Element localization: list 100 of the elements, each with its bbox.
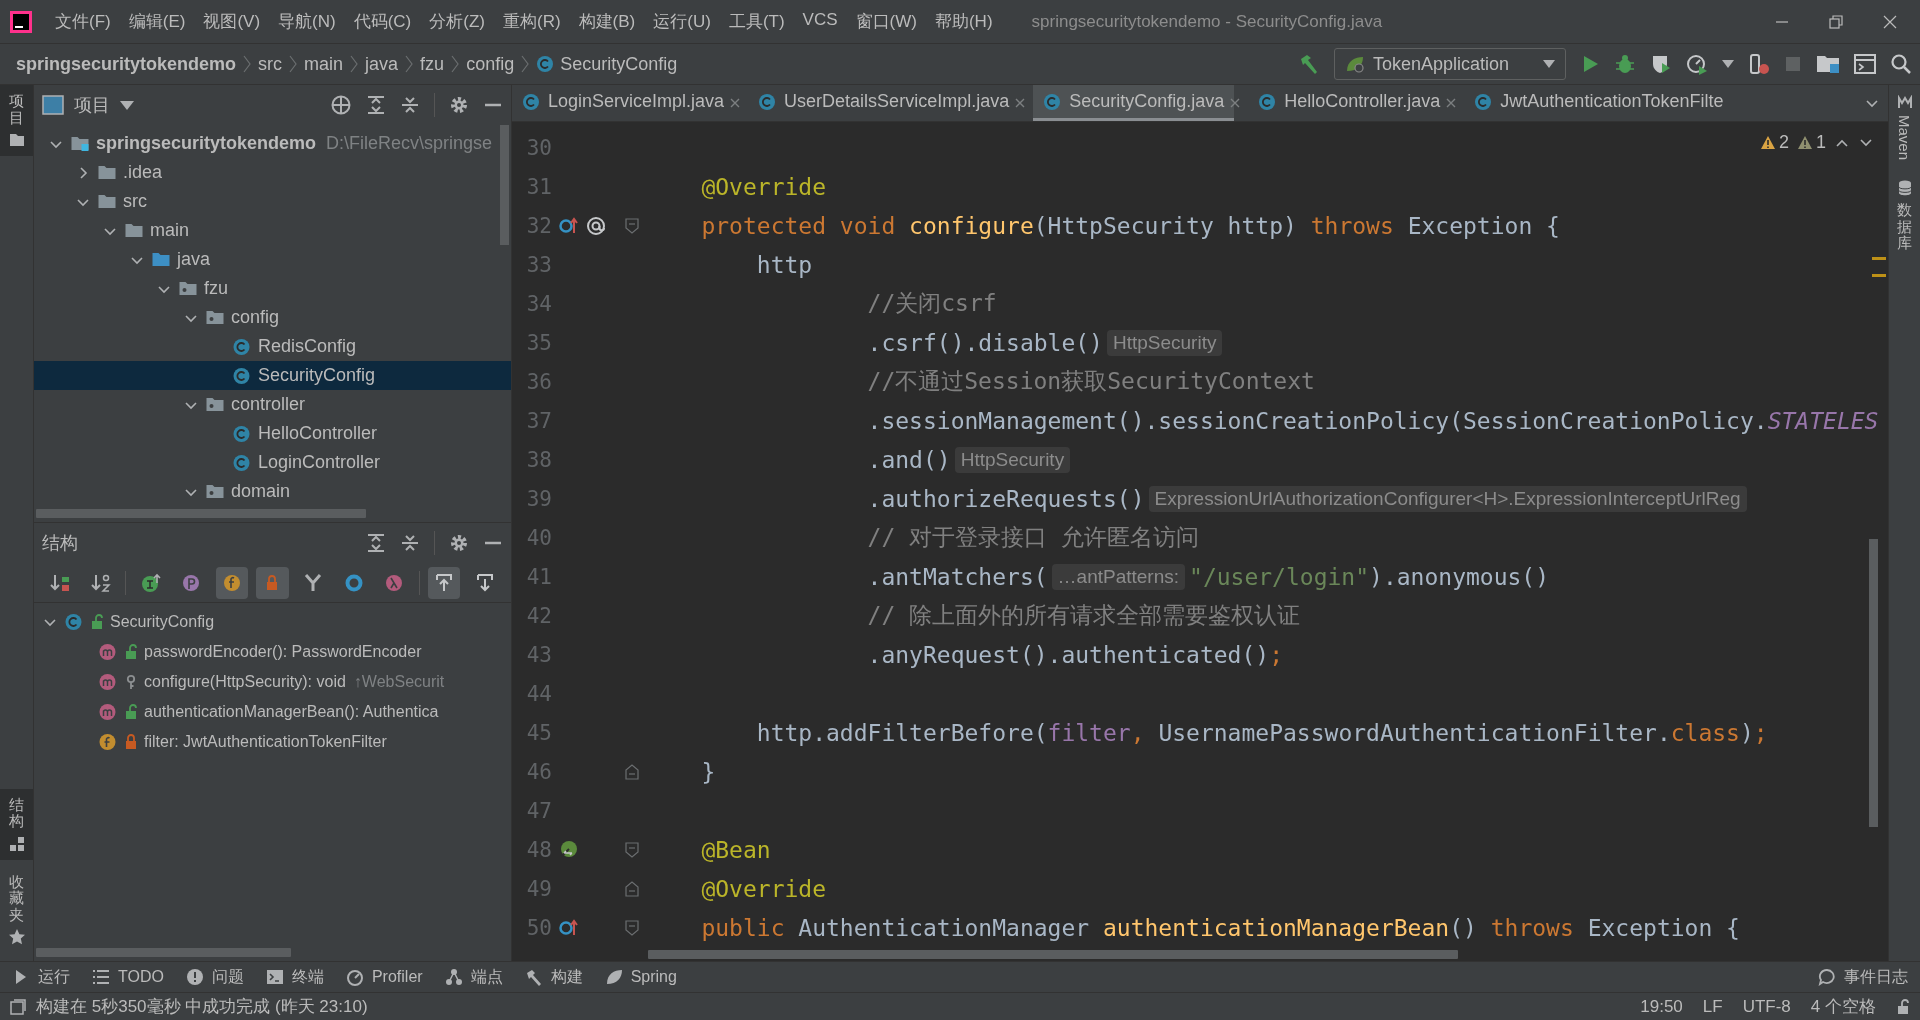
menu-item[interactable]: 构建(B) (569, 10, 645, 33)
menu-item[interactable]: 运行(U) (644, 10, 720, 33)
bug-icon[interactable] (1614, 53, 1636, 75)
tool-window-tab[interactable]: 数据库 (1897, 202, 1912, 252)
tree-item[interactable]: main (34, 216, 511, 245)
restore-icon[interactable] (1828, 13, 1844, 30)
gauge-icon[interactable] (1686, 53, 1708, 75)
search-icon[interactable] (1890, 53, 1912, 75)
caret-icon[interactable] (1722, 60, 1734, 68)
menu-item[interactable]: 分析(Z) (420, 10, 494, 33)
tool-window-button[interactable]: 运行 (12, 966, 70, 988)
breadcrumb[interactable]: springsecuritytokendemo (16, 53, 237, 75)
status-item[interactable]: LF (1702, 996, 1723, 1017)
menu-item[interactable]: 窗口(W) (846, 10, 926, 33)
menu-item[interactable]: 文件(F) (46, 10, 120, 33)
tool-window-tab[interactable]: 收藏夹 (0, 865, 33, 953)
menu-item[interactable]: 代码(C) (344, 10, 421, 33)
tree-item[interactable]: src (34, 187, 511, 216)
status-item[interactable]: UTF-8 (1742, 996, 1791, 1017)
tree-item[interactable]: SecurityConfig (34, 361, 511, 390)
tool-window-tab[interactable]: Maven (1896, 115, 1913, 161)
lock-icon[interactable] (1896, 998, 1910, 1015)
settings-icon[interactable] (449, 95, 469, 115)
menu-item[interactable]: 编辑(E) (119, 10, 195, 33)
run-configuration-dropdown[interactable]: TokenApplication (1334, 48, 1566, 80)
app-logo-icon[interactable] (10, 10, 32, 33)
tree-item[interactable]: HelloController (34, 419, 511, 448)
tool-window-tab[interactable]: 项目 (0, 85, 33, 156)
tree-item[interactable]: java (34, 245, 511, 274)
tree-item[interactable]: SecurityConfig (34, 607, 511, 637)
status-item[interactable]: 19:50 (1640, 996, 1683, 1017)
warning-count[interactable]: 1 (1816, 132, 1826, 153)
caret-icon[interactable] (120, 100, 134, 110)
editor-tab[interactable]: SecurityConfig.java (1033, 85, 1235, 121)
scrollbar[interactable] (36, 948, 291, 957)
editor-tab[interactable]: JwtAuthenticationTokenFilte (1464, 85, 1734, 121)
tree-item[interactable]: filter: JwtAuthenticationTokenFilter (34, 727, 511, 757)
tool-window-button[interactable]: 终端 (265, 966, 324, 988)
tree-item[interactable]: domain (34, 477, 511, 506)
menu-item[interactable]: 导航(N) (269, 10, 345, 33)
tree-item[interactable]: RedisConfig (34, 332, 511, 361)
close-icon[interactable] (1882, 13, 1898, 30)
window-icon[interactable] (1854, 54, 1876, 74)
scrollbar[interactable] (500, 125, 509, 245)
toggle-button[interactable] (215, 566, 249, 599)
at-marker-icon[interactable] (586, 214, 606, 237)
status-item[interactable]: 4 个空格 (1810, 995, 1876, 1018)
tool-window-button[interactable]: Spring (604, 968, 677, 986)
menu-item[interactable]: 帮助(H) (925, 10, 1002, 33)
collapse-all-icon[interactable] (400, 95, 420, 115)
expand-all-icon[interactable] (366, 95, 386, 115)
breadcrumb[interactable]: src (258, 53, 283, 75)
tool-window-button[interactable]: Profiler (345, 968, 423, 986)
tree-item[interactable]: fzu (34, 274, 511, 303)
scrollbar[interactable] (36, 509, 366, 518)
tool-window-button[interactable]: TODO (92, 968, 164, 986)
warning-count[interactable]: 2 (1778, 132, 1789, 153)
fold-marker-icon[interactable] (625, 880, 639, 897)
editor-tab[interactable]: HelloController.java (1248, 85, 1451, 121)
warning-icon[interactable] (1759, 135, 1776, 150)
scrollbar[interactable] (648, 950, 1458, 959)
tool-window-button[interactable]: 事件日志 (1818, 966, 1908, 988)
tree-item[interactable]: springsecuritytokendemo D:\FileRecv\springse (34, 129, 511, 158)
tree-item[interactable]: config (34, 303, 511, 332)
attach-icon[interactable] (1748, 53, 1770, 75)
tree-item[interactable]: .idea (34, 158, 511, 187)
warning-icon[interactable] (1797, 135, 1813, 150)
tree-item[interactable]: LoginController (34, 448, 511, 477)
toggle-button[interactable] (427, 566, 461, 599)
menu-item[interactable]: VCS (793, 10, 847, 33)
toggle-button[interactable] (256, 566, 289, 599)
settings-icon[interactable] (449, 533, 469, 553)
tree-item[interactable]: controller (34, 390, 511, 419)
fold-marker-icon[interactable] (625, 217, 639, 234)
menu-item[interactable]: 工具(T) (719, 10, 794, 33)
breadcrumb[interactable]: main (304, 53, 344, 75)
tool-window-button[interactable]: 端点 (444, 966, 503, 988)
breadcrumb[interactable]: SecurityConfig (560, 53, 678, 75)
shield-icon[interactable] (1650, 53, 1672, 75)
tree-item[interactable]: authenticationManagerBean(): Authentica (34, 697, 511, 727)
tool-window-button[interactable]: 问题 (185, 966, 244, 988)
menu-item[interactable]: 重构(R) (494, 10, 570, 33)
breadcrumb[interactable]: java (365, 53, 399, 75)
menu-item[interactable]: 视图(V) (194, 10, 270, 33)
fold-marker-icon[interactable] (625, 841, 639, 858)
scrollbar[interactable] (1869, 539, 1878, 827)
expand-all-icon[interactable] (366, 533, 386, 553)
panel-title[interactable]: 项目 (74, 93, 110, 117)
breadcrumb[interactable]: fzu (420, 53, 445, 75)
fold-marker-icon[interactable] (625, 763, 639, 780)
breadcrumb[interactable]: config (466, 53, 515, 75)
editor-tab[interactable]: UserDetailsServiceImpl.java (748, 85, 1020, 121)
tree-item[interactable]: passwordEncoder(): PasswordEncoder (34, 637, 511, 667)
tool-window-button[interactable]: 构建 (524, 966, 583, 988)
locate-icon[interactable] (330, 94, 352, 116)
editor-tab[interactable]: LoginServiceImpl.java (512, 85, 735, 121)
tree-item[interactable]: configure(HttpSecurity): void ↑WebSecurit (34, 667, 511, 697)
hammer-icon[interactable] (1298, 53, 1320, 75)
collapse-all-icon[interactable] (400, 533, 420, 553)
tool-window-tab[interactable]: 结构 (0, 788, 33, 860)
